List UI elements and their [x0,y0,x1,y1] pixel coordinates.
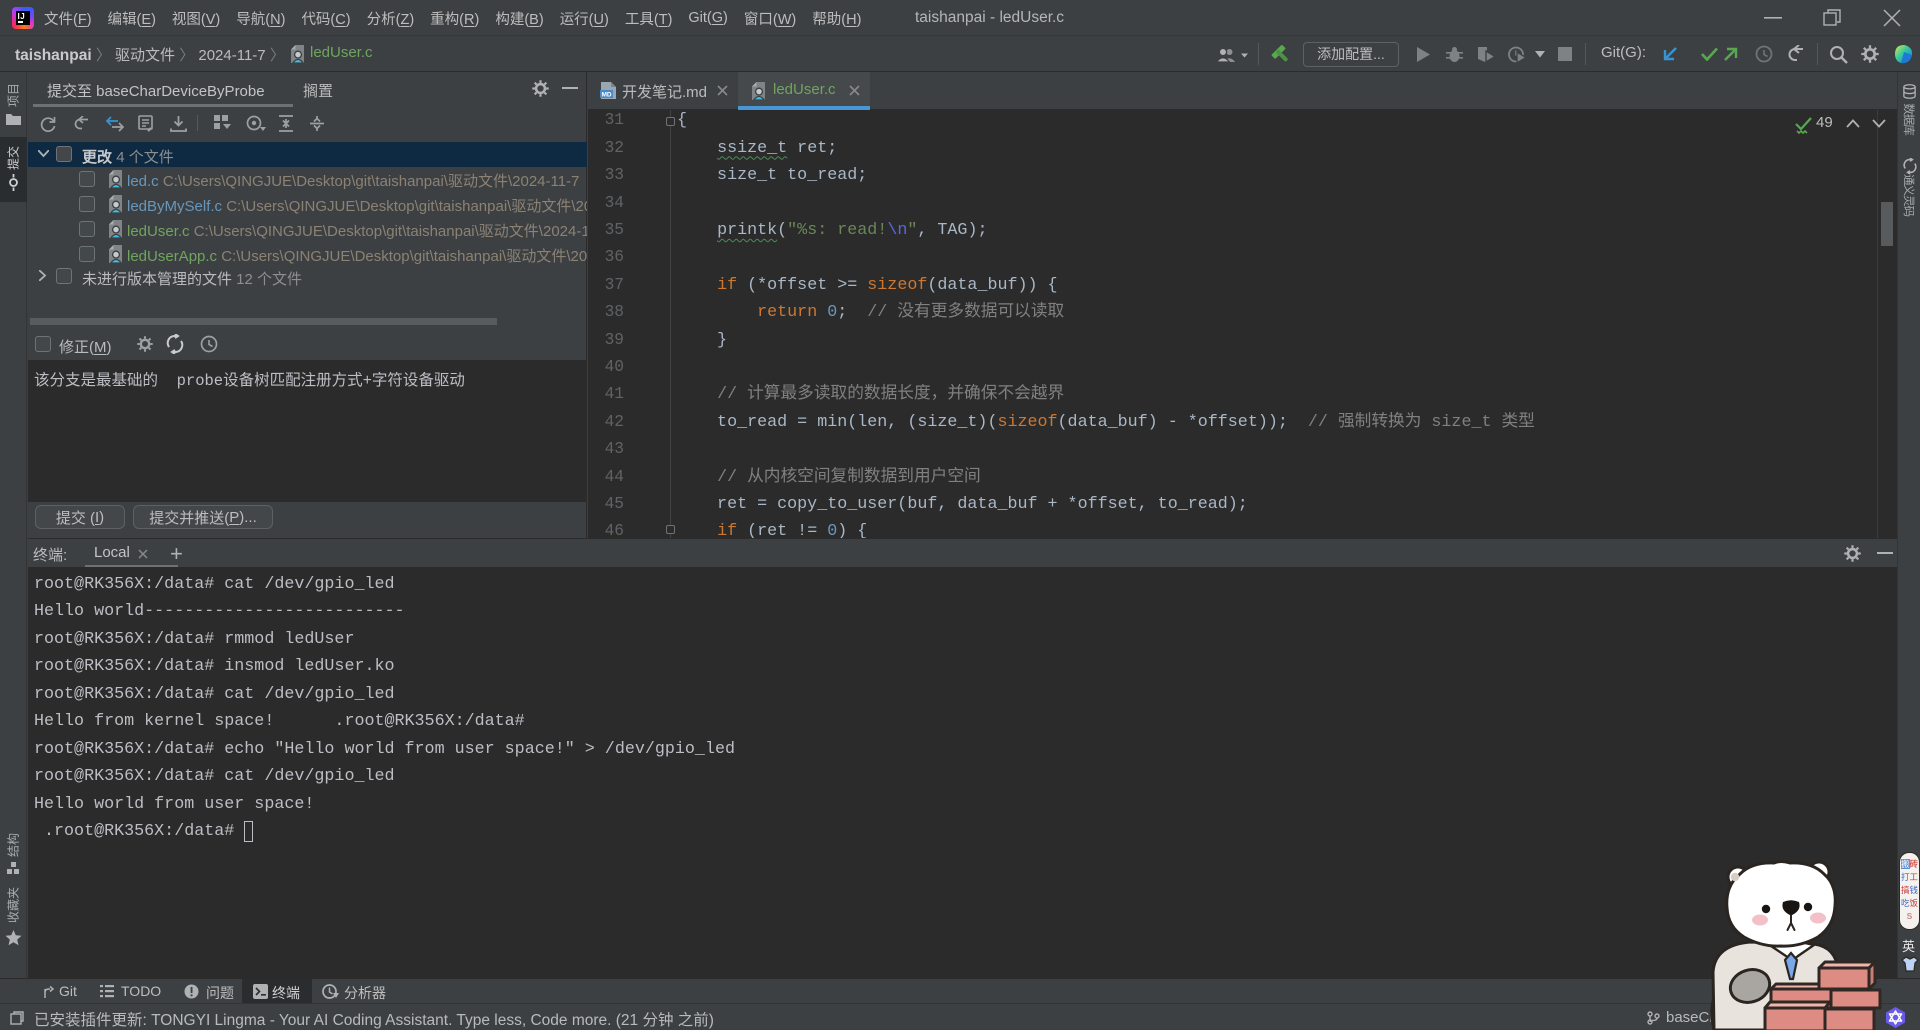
svg-text:MD: MD [602,92,612,99]
